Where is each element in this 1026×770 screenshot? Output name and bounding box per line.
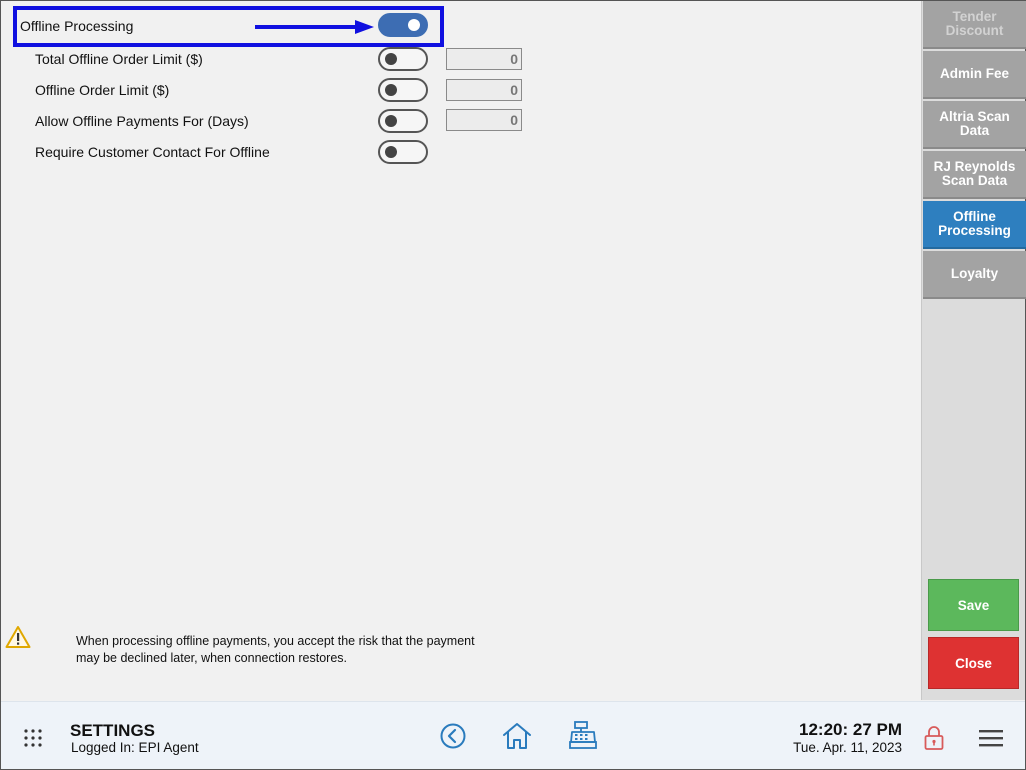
setting-label: Total Offline Order Limit ($) <box>35 51 203 67</box>
sidebar-item-offline-processing[interactable]: Offline Processing <box>923 201 1026 249</box>
warning-notice: When processing offline payments, you ac… <box>1 621 921 681</box>
require-contact-toggle[interactable] <box>378 140 428 164</box>
clock-date: Tue. Apr. 11, 2023 <box>793 740 902 755</box>
offline-days-toggle[interactable] <box>378 109 428 133</box>
warning-text: When processing offline payments, you ac… <box>76 634 475 665</box>
toggle-knob <box>385 146 397 158</box>
close-button[interactable]: Close <box>928 637 1019 689</box>
offline-days-input[interactable] <box>446 109 522 131</box>
offline-order-limit-toggle[interactable] <box>378 78 428 102</box>
clock-time: 12:20: 27 PM <box>799 720 902 739</box>
hamburger-menu-icon[interactable] <box>979 729 1003 747</box>
total-offline-limit-toggle[interactable] <box>378 47 428 71</box>
offline-order-limit-input[interactable] <box>446 79 522 101</box>
total-offline-limit-input[interactable] <box>446 48 522 70</box>
lock-icon[interactable] <box>923 725 945 751</box>
warning-icon <box>5 626 31 648</box>
app-grid-icon[interactable] <box>23 728 43 748</box>
logged-in-user: Logged In: EPI Agent <box>71 740 199 755</box>
toggle-knob <box>385 53 397 65</box>
save-button[interactable]: Save <box>928 579 1019 631</box>
cash-register-icon[interactable] <box>567 720 599 750</box>
toggle-knob <box>385 84 397 96</box>
arrow-right-icon <box>255 20 374 34</box>
setting-label: Offline Order Limit ($) <box>35 82 170 98</box>
sidebar-item-rj-reynolds-scan-data[interactable]: RJ Reynolds Scan Data <box>923 151 1026 199</box>
sidebar-item-altria-scan-data[interactable]: Altria Scan Data <box>923 101 1026 149</box>
sidebar-item-admin-fee[interactable]: Admin Fee <box>923 51 1026 99</box>
setting-label: Require Customer Contact For Offline <box>35 144 270 160</box>
page-title: SETTINGS <box>70 721 156 740</box>
home-icon[interactable] <box>501 721 533 751</box>
toggle-knob <box>385 115 397 127</box>
sidebar-item-tender-discount[interactable]: Tender Discount <box>923 1 1026 49</box>
sidebar-item-loyalty[interactable]: Loyalty <box>923 251 1026 299</box>
highlight-box <box>13 6 444 47</box>
setting-label: Allow Offline Payments For (Days) <box>35 113 249 129</box>
footer-bar: SETTINGS Logged In: EPI Agent 12:20: 27 … <box>1 701 1025 769</box>
back-icon[interactable] <box>439 722 467 750</box>
settings-panel: Offline Processing Total Offline Order L… <box>1 1 921 700</box>
